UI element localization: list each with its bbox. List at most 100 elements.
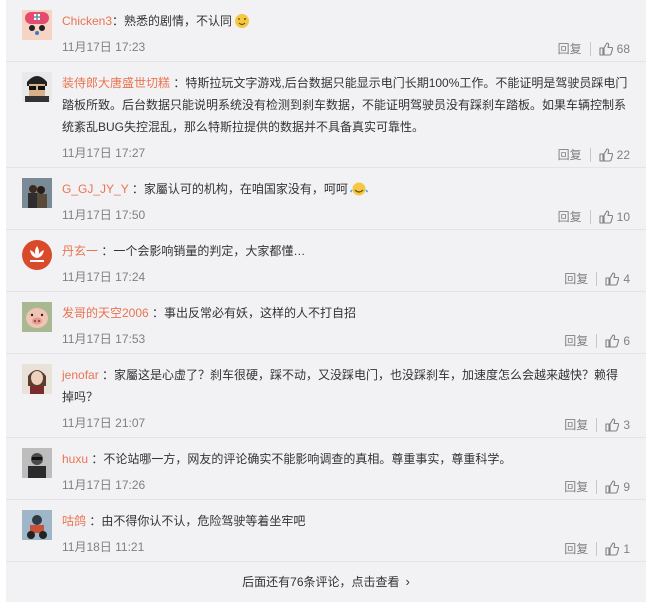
reply-button[interactable]: 回复	[558, 40, 582, 57]
like-button[interactable]: 3	[605, 418, 630, 432]
avatar[interactable]	[22, 72, 52, 102]
comment-text: 丹玄一 ：一个会影响销量的判定，大家都懂…	[62, 240, 630, 262]
more-comments-label: 后面还有76条评论，点击查看	[242, 575, 400, 589]
separator: ：	[98, 368, 115, 382]
comment-item: 发哥的天空2006 ：事出反常必有妖，这样的人不打自招 11月17日 17:53…	[6, 292, 646, 354]
smile-emoji-icon	[349, 181, 368, 204]
username-link[interactable]: 咕鸽	[62, 514, 86, 528]
comment-text: 装侍郎大唐盛世切糕 ：特斯拉玩文字游戏,后台数据只能显示电门长期100%工作。不…	[62, 72, 630, 138]
avatar[interactable]	[22, 364, 52, 394]
like-count: 10	[616, 209, 630, 224]
chevron-right-icon: ›	[405, 574, 410, 589]
avatar[interactable]	[22, 510, 52, 540]
comment-content: 一个会影响销量的判定，大家都懂…	[113, 244, 306, 258]
avatar[interactable]	[22, 10, 52, 40]
separator: ：	[86, 514, 102, 528]
thumbs-up-icon	[599, 209, 613, 224]
comment-text: 发哥的天空2006 ：事出反常必有妖，这样的人不打自招	[62, 302, 630, 324]
like-count: 9	[623, 479, 630, 494]
comment-content: 家屬认可的机构，在咱国家没有，呵呵	[143, 182, 348, 196]
divider	[596, 541, 598, 556]
divider	[596, 479, 598, 494]
divider	[596, 333, 598, 348]
reply-button[interactable]: 回复	[564, 416, 588, 433]
divider	[589, 41, 591, 56]
comment-time: 11月17日 17:26	[62, 478, 146, 492]
thumbs-up-icon	[605, 333, 620, 348]
comment-item: 装侍郎大唐盛世切糕 ：特斯拉玩文字游戏,后台数据只能显示电门长期100%工作。不…	[6, 62, 646, 168]
like-count: 6	[623, 333, 630, 348]
like-button[interactable]: 1	[605, 542, 630, 556]
comment-time: 11月17日 17:23	[62, 40, 146, 54]
like-count: 4	[623, 271, 630, 286]
username-link[interactable]: 装侍郎大唐盛世切糕	[62, 76, 170, 90]
like-button[interactable]: 10	[599, 210, 630, 224]
comment-item: jenofar ：家屬这是心虚了？刹车很硬，踩不动，又没踩电门，也没踩刹车，加速…	[6, 354, 646, 438]
comment-text: huxu ：不论站哪一方，网友的评论确实不能影响调查的真相。尊重事实，尊重科学。	[62, 448, 630, 470]
separator: ：	[128, 182, 144, 196]
comment-time: 11月18日 11:21	[62, 540, 145, 554]
divider	[596, 271, 598, 286]
reply-button[interactable]: 回复	[558, 208, 582, 225]
thumbs-up-icon	[605, 271, 620, 286]
comment-content: 事出反常必有妖，这样的人不打自招	[164, 306, 357, 320]
separator: ：	[170, 76, 186, 90]
separator: ：	[88, 452, 104, 466]
comment-time: 11月17日 17:53	[62, 332, 146, 346]
like-button[interactable]: 4	[605, 272, 630, 286]
like-count: 22	[616, 147, 630, 162]
comment-text: 咕鸽 ：由不得你认不认，危险驾驶等着坐牢吧	[62, 510, 630, 532]
like-count: 68	[616, 41, 630, 56]
wink-emoji-icon	[234, 13, 250, 36]
like-button[interactable]: 9	[605, 480, 630, 494]
comment-item: 丹玄一 ：一个会影响销量的判定，大家都懂… 11月17日 17:24 回复 4	[6, 230, 646, 292]
divider	[589, 147, 591, 162]
like-button[interactable]: 6	[605, 334, 630, 348]
thumbs-up-icon	[599, 147, 613, 162]
comment-list: Chicken3：熟悉的剧情，不认同 11月17日 17:23 回复 68 装侍…	[6, 0, 646, 602]
comment-item: 咕鸽 ：由不得你认不认，危险驾驶等着坐牢吧 11月18日 11:21 回复 1	[6, 500, 646, 562]
avatar[interactable]	[22, 302, 52, 332]
like-count: 3	[623, 417, 630, 432]
like-count: 1	[623, 541, 630, 556]
username-link[interactable]: G_GJ_JY_Y	[62, 182, 128, 196]
comment-content: 由不得你认不认，危险驾驶等着坐牢吧	[101, 514, 306, 528]
comment-item: huxu ：不论站哪一方，网友的评论确实不能影响调查的真相。尊重事实，尊重科学。…	[6, 438, 646, 500]
comment-time: 11月17日 17:50	[62, 208, 146, 222]
reply-button[interactable]: 回复	[564, 332, 588, 349]
thumbs-up-icon	[599, 41, 613, 56]
like-button[interactable]: 22	[599, 148, 630, 162]
comment-item: Chicken3：熟悉的剧情，不认同 11月17日 17:23 回复 68	[6, 0, 646, 62]
comment-item: G_GJ_JY_Y ：家屬认可的机构，在咱国家没有，呵呵 11月17日 17:5…	[6, 168, 646, 230]
reply-button[interactable]: 回复	[564, 270, 588, 287]
separator: ：	[98, 244, 114, 258]
reply-button[interactable]: 回复	[564, 478, 588, 495]
more-comments-link[interactable]: 后面还有76条评论，点击查看 ›	[6, 562, 646, 602]
username-link[interactable]: jenofar	[62, 368, 99, 382]
avatar[interactable]	[22, 448, 52, 478]
like-button[interactable]: 68	[599, 42, 630, 56]
comment-content: 熟悉的剧情，不认同	[124, 14, 233, 28]
comment-text: Chicken3：熟悉的剧情，不认同	[62, 10, 630, 36]
username-link[interactable]: 发哥的天空2006	[62, 306, 149, 320]
username-link[interactable]: Chicken3	[62, 14, 112, 28]
thumbs-up-icon	[605, 479, 620, 494]
comment-time: 11月17日 17:27	[62, 146, 146, 160]
comment-time: 11月17日 17:24	[62, 270, 146, 284]
avatar[interactable]	[22, 240, 52, 270]
divider	[589, 209, 591, 224]
divider	[596, 417, 598, 432]
separator: ：	[148, 306, 165, 320]
comment-content: 不论站哪一方，网友的评论确实不能影响调查的真相。尊重事实，尊重科学。	[103, 452, 512, 466]
comment-time: 11月17日 21:07	[62, 416, 146, 430]
avatar[interactable]	[22, 178, 52, 208]
thumbs-up-icon	[605, 541, 620, 556]
reply-button[interactable]: 回复	[564, 540, 588, 557]
separator: ：	[112, 14, 125, 28]
username-link[interactable]: huxu	[62, 452, 88, 466]
comment-text: G_GJ_JY_Y ：家屬认可的机构，在咱国家没有，呵呵	[62, 178, 630, 204]
comment-text: jenofar ：家屬这是心虚了？刹车很硬，踩不动，又没踩电门，也没踩刹车，加速…	[62, 364, 630, 408]
thumbs-up-icon	[605, 417, 620, 432]
reply-button[interactable]: 回复	[558, 146, 582, 163]
username-link[interactable]: 丹玄一	[62, 244, 98, 258]
